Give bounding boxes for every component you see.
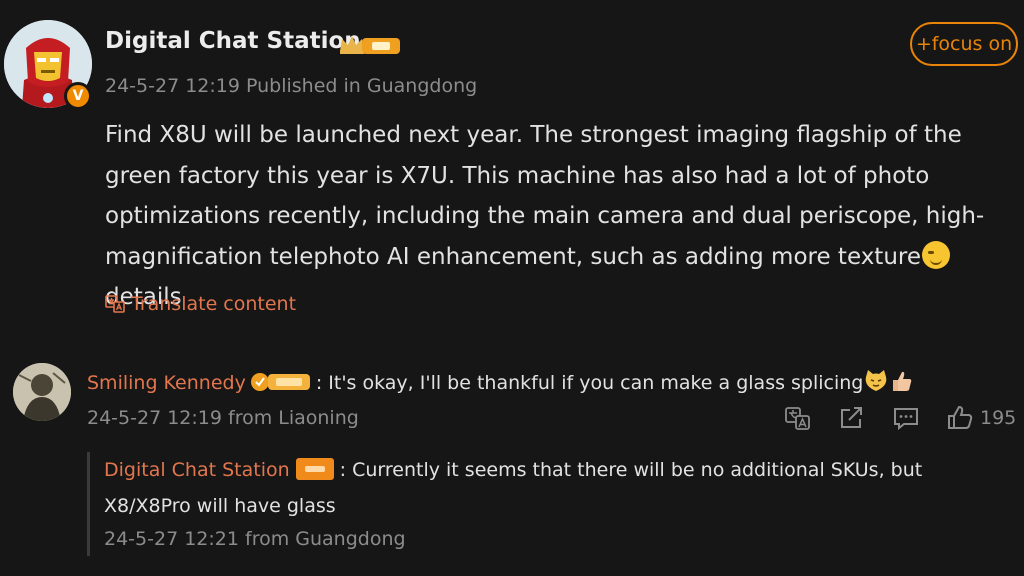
comment-line: Smiling Kennedy : It's okay, I'll be tha… — [87, 368, 915, 394]
weibo-post: V Digital Chat Station 24-5-27 12:19 Pub… — [0, 0, 1024, 576]
thumbs-up-emoji-icon — [893, 371, 912, 391]
translate-label: Translate content — [131, 293, 297, 315]
post-author-name[interactable]: Digital Chat Station — [105, 28, 361, 54]
comment-actions: 195 — [780, 404, 1020, 434]
translate-comment-icon[interactable] — [784, 404, 812, 432]
reply-meta: 24-5-27 12:21 from Guangdong — [104, 528, 406, 550]
comment-timestamp: 24-5-27 12:19 — [87, 407, 222, 429]
reply-author-name[interactable]: Digital Chat Station — [104, 459, 290, 481]
comment-location: from Liaoning — [228, 407, 359, 429]
follow-button[interactable]: +focus on — [910, 22, 1018, 66]
verified-badge-icon: V — [64, 82, 92, 110]
cat-emoji-icon — [866, 370, 887, 391]
author-badge-icon — [295, 458, 334, 480]
post-timestamp: 24-5-27 12:19 — [105, 75, 240, 97]
member-badge-icon — [250, 373, 310, 391]
comment-meta: 24-5-27 12:19 from Liaoning — [87, 407, 359, 429]
post-text-main: Find X8U will be launched next year. The… — [105, 122, 985, 270]
reply-divider — [87, 452, 90, 556]
smirk-emoji-icon — [922, 240, 951, 269]
reply-text-block: Digital Chat Station: Currently it seems… — [104, 452, 964, 524]
like-count: 195 — [980, 407, 1017, 429]
translate-icon — [105, 295, 125, 313]
post-location: Published in Guangdong — [246, 75, 478, 97]
crown-vip-badge-icon — [340, 36, 400, 54]
comment-text: It's okay, I'll be thankful if you can m… — [322, 372, 864, 394]
post-meta: 24-5-27 12:19 Published in Guangdong — [105, 75, 477, 97]
verified-mark: V — [72, 88, 84, 104]
reply-timestamp: 24-5-27 12:21 — [104, 528, 239, 550]
share-icon[interactable] — [838, 404, 866, 432]
reply-location: from Guangdong — [245, 528, 406, 550]
commenter-avatar[interactable] — [13, 363, 71, 421]
like-icon[interactable] — [946, 404, 974, 432]
post-body: Find X8U will be launched next year. The… — [105, 115, 1010, 318]
translate-content-link[interactable]: Translate content — [105, 293, 296, 315]
commenter-name[interactable]: Smiling Kennedy — [87, 372, 246, 394]
reply-comment-icon[interactable] — [892, 404, 920, 432]
